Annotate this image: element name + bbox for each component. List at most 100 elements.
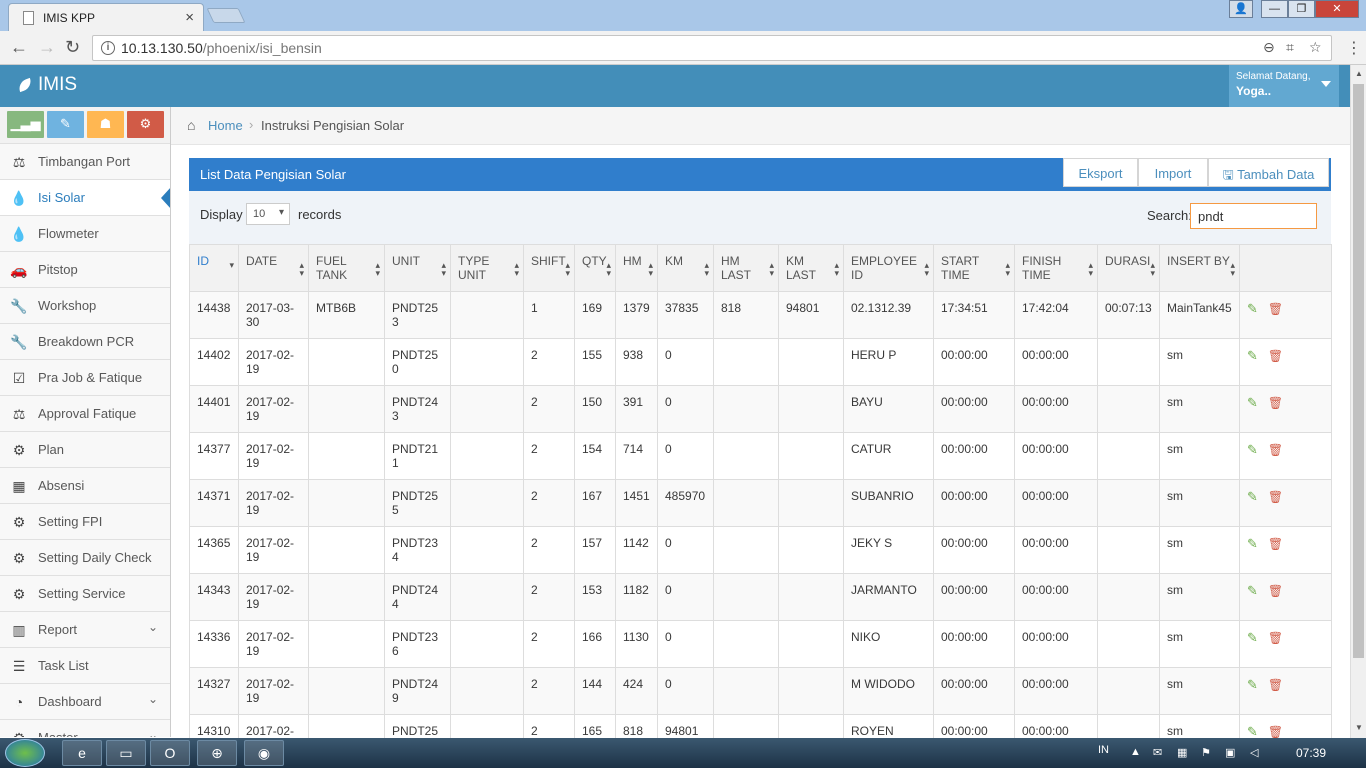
sidebar-item-plan[interactable]: ⚙ Plan	[0, 431, 170, 467]
delete-trash-icon[interactable]: 🗑	[1268, 678, 1283, 692]
page-size-select[interactable]: 10	[246, 203, 290, 225]
column-header-km-last[interactable]: KM LAST ▴ ▾	[778, 244, 844, 292]
profile-icon[interactable]: 👤	[1229, 0, 1253, 18]
tray-network-icon[interactable]: ▦	[1177, 746, 1187, 759]
column-header-unit[interactable]: UNIT ▴ ▾	[384, 244, 451, 292]
column-header-finish-time[interactable]: FINISH TIME ▴ ▾	[1014, 244, 1098, 292]
sidebar-item-flowmeter[interactable]: 💧 Flowmeter	[0, 215, 170, 251]
column-header-hm[interactable]: HM ▴ ▾	[615, 244, 658, 292]
reload-icon[interactable]: ↻	[65, 37, 80, 58]
mail-icon[interactable]: ✉	[1153, 746, 1162, 759]
info-icon[interactable]: i	[101, 41, 115, 55]
page-scrollbar[interactable]: ▲ ▼	[1350, 65, 1366, 738]
import-button[interactable]: Import	[1138, 158, 1208, 187]
volume-icon[interactable]: ◁	[1250, 746, 1258, 759]
delete-trash-icon[interactable]: 🗑	[1268, 443, 1283, 457]
sidebar-item-setting-fpi[interactable]: ⚙ Setting FPI	[0, 503, 170, 539]
column-header-date[interactable]: DATE ▴ ▾	[238, 244, 309, 292]
zoom-icon[interactable]: ⊖	[1263, 39, 1275, 56]
sidebar-item-master[interactable]: ⚙ Master ⌄	[0, 719, 170, 737]
shortcut-chart-button[interactable]: ▁▃▅	[7, 111, 44, 138]
browser-menu-icon[interactable]: ⋮	[1346, 38, 1362, 58]
edit-pencil-icon[interactable]: ✎	[1247, 630, 1258, 645]
scrollbar-thumb[interactable]	[1353, 84, 1364, 658]
column-header-start-time[interactable]: START TIME ▴ ▾	[933, 244, 1015, 292]
sidebar-item-breakdown-pcr[interactable]: 🔧 Breakdown PCR	[0, 323, 170, 359]
tray-flag-icon[interactable]: ⚑	[1201, 746, 1211, 759]
sidebar-item-approval-fatique[interactable]: ⚖ Approval Fatique	[0, 395, 170, 431]
edit-pencil-icon[interactable]: ✎	[1247, 442, 1258, 457]
clock[interactable]: 07:39	[1296, 746, 1326, 760]
shortcut-users-button[interactable]: ☗	[87, 111, 124, 138]
delete-trash-icon[interactable]: 🗑	[1268, 537, 1283, 551]
export-button[interactable]: Eksport	[1063, 158, 1138, 187]
scroll-up-icon[interactable]: ▲	[1355, 69, 1363, 78]
column-header-employee-id[interactable]: EMPLOYEE ID ▴ ▾	[843, 244, 934, 292]
sidebar-item-absensi[interactable]: ▦ Absensi	[0, 467, 170, 503]
edit-pencil-icon[interactable]: ✎	[1247, 583, 1258, 598]
edit-pencil-icon[interactable]: ✎	[1247, 348, 1258, 363]
sidebar-item-task-list[interactable]: ☰ Task List	[0, 647, 170, 683]
column-header-qty[interactable]: QTY ▴ ▾	[574, 244, 616, 292]
delete-trash-icon[interactable]: 🗑	[1268, 584, 1283, 598]
back-icon[interactable]: ←	[10, 37, 28, 58]
column-header-fuel-tank[interactable]: FUEL TANK ▴ ▾	[308, 244, 385, 292]
maximize-button[interactable]: ❐	[1288, 0, 1315, 18]
shortcut-settings-button[interactable]: ⚙	[127, 111, 164, 138]
explorer-icon[interactable]: ▭	[106, 740, 146, 766]
tray-app-icon[interactable]: ▲	[1130, 746, 1141, 758]
minimize-button[interactable]: —	[1261, 0, 1288, 18]
sidebar-item-dashboard[interactable]: ◔ Dashboard ⌄	[0, 683, 170, 719]
scroll-down-icon[interactable]: ▼	[1355, 723, 1363, 732]
column-header-durasi[interactable]: DURASI ▴ ▾	[1097, 244, 1160, 292]
column-header-insert-by[interactable]: INSERT BY ▴ ▾	[1159, 244, 1240, 292]
new-tab-button[interactable]	[206, 8, 246, 23]
column-header-km[interactable]: KM ▴ ▾	[657, 244, 714, 292]
outlook-icon[interactable]: O	[150, 740, 190, 766]
delete-trash-icon[interactable]: 🗑	[1268, 631, 1283, 645]
sidebar-item-isi-solar[interactable]: 💧 Isi Solar	[0, 179, 170, 215]
delete-trash-icon[interactable]: 🗑	[1268, 349, 1283, 363]
translate-icon[interactable]: ⌗	[1286, 39, 1294, 56]
edit-pencil-icon[interactable]: ✎	[1247, 395, 1258, 410]
sidebar-item-report[interactable]: ▥ Report ⌄	[0, 611, 170, 647]
address-bar[interactable]: i 10.13.130.50/phoenix/isi_bensin ⊖ ⌗ ☆	[92, 35, 1332, 61]
close-window-button[interactable]: ✕	[1315, 0, 1359, 18]
edit-pencil-icon[interactable]: ✎	[1247, 301, 1258, 316]
breadcrumb-home-link[interactable]: Home	[208, 118, 243, 133]
edit-pencil-icon[interactable]: ✎	[1247, 677, 1258, 692]
edit-pencil-icon[interactable]: ✎	[1247, 724, 1258, 739]
language-indicator[interactable]: IN	[1098, 744, 1109, 756]
column-header-type-unit[interactable]: TYPE UNIT ▴ ▾	[450, 244, 524, 292]
bookmark-star-icon[interactable]: ☆	[1309, 39, 1322, 56]
forward-icon[interactable]: →	[38, 37, 56, 58]
network-app-icon[interactable]: ⊕	[197, 740, 237, 766]
add-data-button[interactable]: 🖫 Tambah Data	[1208, 158, 1329, 187]
shortcut-edit-button[interactable]: ✎	[47, 111, 84, 138]
url-text[interactable]: 10.13.130.50/phoenix/isi_bensin	[121, 40, 322, 56]
delete-trash-icon[interactable]: 🗑	[1268, 396, 1283, 410]
column-header-id[interactable]: ID ▾	[189, 244, 239, 292]
sidebar-item-pitstop[interactable]: 🚗 Pitstop	[0, 251, 170, 287]
delete-trash-icon[interactable]: 🗑	[1268, 725, 1283, 739]
search-input[interactable]	[1190, 203, 1317, 229]
browser-tab[interactable]: IMIS KPP ×	[8, 3, 204, 31]
column-header-hm-last[interactable]: HM LAST ▴ ▾	[713, 244, 779, 292]
user-menu[interactable]: Selamat Datang, Yoga..	[1229, 65, 1339, 107]
sidebar-item-timbangan-port[interactable]: ⚖ Timbangan Port	[0, 143, 170, 179]
start-button[interactable]	[5, 739, 45, 767]
edit-pencil-icon[interactable]: ✎	[1247, 536, 1258, 551]
sidebar-item-pra-job-fatique[interactable]: ☑ Pra Job & Fatique	[0, 359, 170, 395]
edit-pencil-icon[interactable]: ✎	[1247, 489, 1258, 504]
tray-monitor-icon[interactable]: ▣	[1225, 746, 1235, 759]
ie-icon[interactable]: e	[62, 740, 102, 766]
chrome-icon[interactable]: ◉	[244, 740, 284, 766]
brand-logo[interactable]: IMIS	[16, 74, 77, 96]
delete-trash-icon[interactable]: 🗑	[1268, 302, 1283, 316]
tab-close-icon[interactable]: ×	[185, 9, 194, 26]
delete-trash-icon[interactable]: 🗑	[1268, 490, 1283, 504]
sidebar-item-setting-daily-check[interactable]: ⚙ Setting Daily Check	[0, 539, 170, 575]
sidebar-item-setting-service[interactable]: ⚙ Setting Service	[0, 575, 170, 611]
sidebar-item-workshop[interactable]: 🔧 Workshop	[0, 287, 170, 323]
column-header-shift[interactable]: SHIFT ▴ ▾	[523, 244, 575, 292]
